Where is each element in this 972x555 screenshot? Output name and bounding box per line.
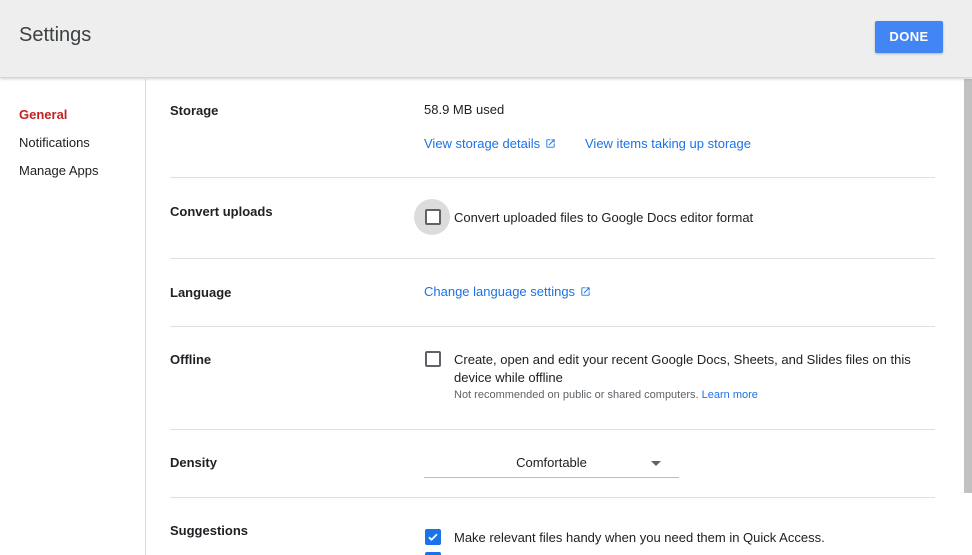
section-divider xyxy=(170,429,935,430)
dropdown-arrow-icon xyxy=(651,461,661,466)
convert-uploads-option-text: Convert uploaded files to Google Docs ed… xyxy=(454,210,754,225)
storage-used-text: 58.9 MB used xyxy=(424,102,505,117)
learn-more-link[interactable]: Learn more xyxy=(702,389,758,401)
language-label: Language xyxy=(170,285,232,300)
open-in-new-icon xyxy=(545,137,556,152)
offline-option-line2: device while offline xyxy=(454,370,563,385)
sidebar-item-manage-apps[interactable]: Manage Apps xyxy=(19,163,99,178)
sidebar-item-general[interactable]: General xyxy=(19,107,67,122)
view-storage-details-label: View storage details xyxy=(424,136,541,151)
section-divider xyxy=(170,177,935,178)
view-storage-details-link[interactable]: View storage details xyxy=(424,136,556,152)
sidebar-item-notifications[interactable]: Notifications xyxy=(19,135,90,150)
settings-sidebar: General Notifications Manage Apps xyxy=(0,79,146,555)
section-divider xyxy=(170,326,935,327)
suggestions-option-text: Make relevant files handy when you need … xyxy=(454,530,825,545)
open-in-new-icon xyxy=(580,285,591,300)
change-language-link[interactable]: Change language settings xyxy=(424,284,591,300)
density-selected-value: Comfortable xyxy=(516,455,587,470)
offline-option-line1: Create, open and edit your recent Google… xyxy=(454,352,911,367)
scrollbar-thumb[interactable] xyxy=(964,79,972,493)
density-dropdown[interactable]: Comfortable xyxy=(424,451,679,478)
offline-note: Not recommended on public or shared comp… xyxy=(454,389,758,401)
offline-label: Offline xyxy=(170,352,212,367)
change-language-label: Change language settings xyxy=(424,284,576,299)
check-icon xyxy=(428,533,438,541)
offline-checkbox[interactable] xyxy=(425,351,441,367)
section-divider xyxy=(170,497,935,498)
done-button[interactable]: DONE xyxy=(875,21,943,53)
page-title: Settings xyxy=(19,24,92,46)
offline-note-text: Not recommended on public or shared comp… xyxy=(454,389,699,401)
suggestions-label: Suggestions xyxy=(170,523,249,538)
convert-uploads-label: Convert uploads xyxy=(170,204,273,219)
density-label: Density xyxy=(170,455,217,470)
storage-label: Storage xyxy=(170,103,219,118)
settings-header: Settings DONE xyxy=(0,0,972,78)
suggestions-checkbox[interactable] xyxy=(425,529,441,545)
view-items-storage-link[interactable]: View items taking up storage xyxy=(585,136,751,151)
convert-uploads-checkbox[interactable] xyxy=(425,209,441,225)
section-divider xyxy=(170,258,935,259)
